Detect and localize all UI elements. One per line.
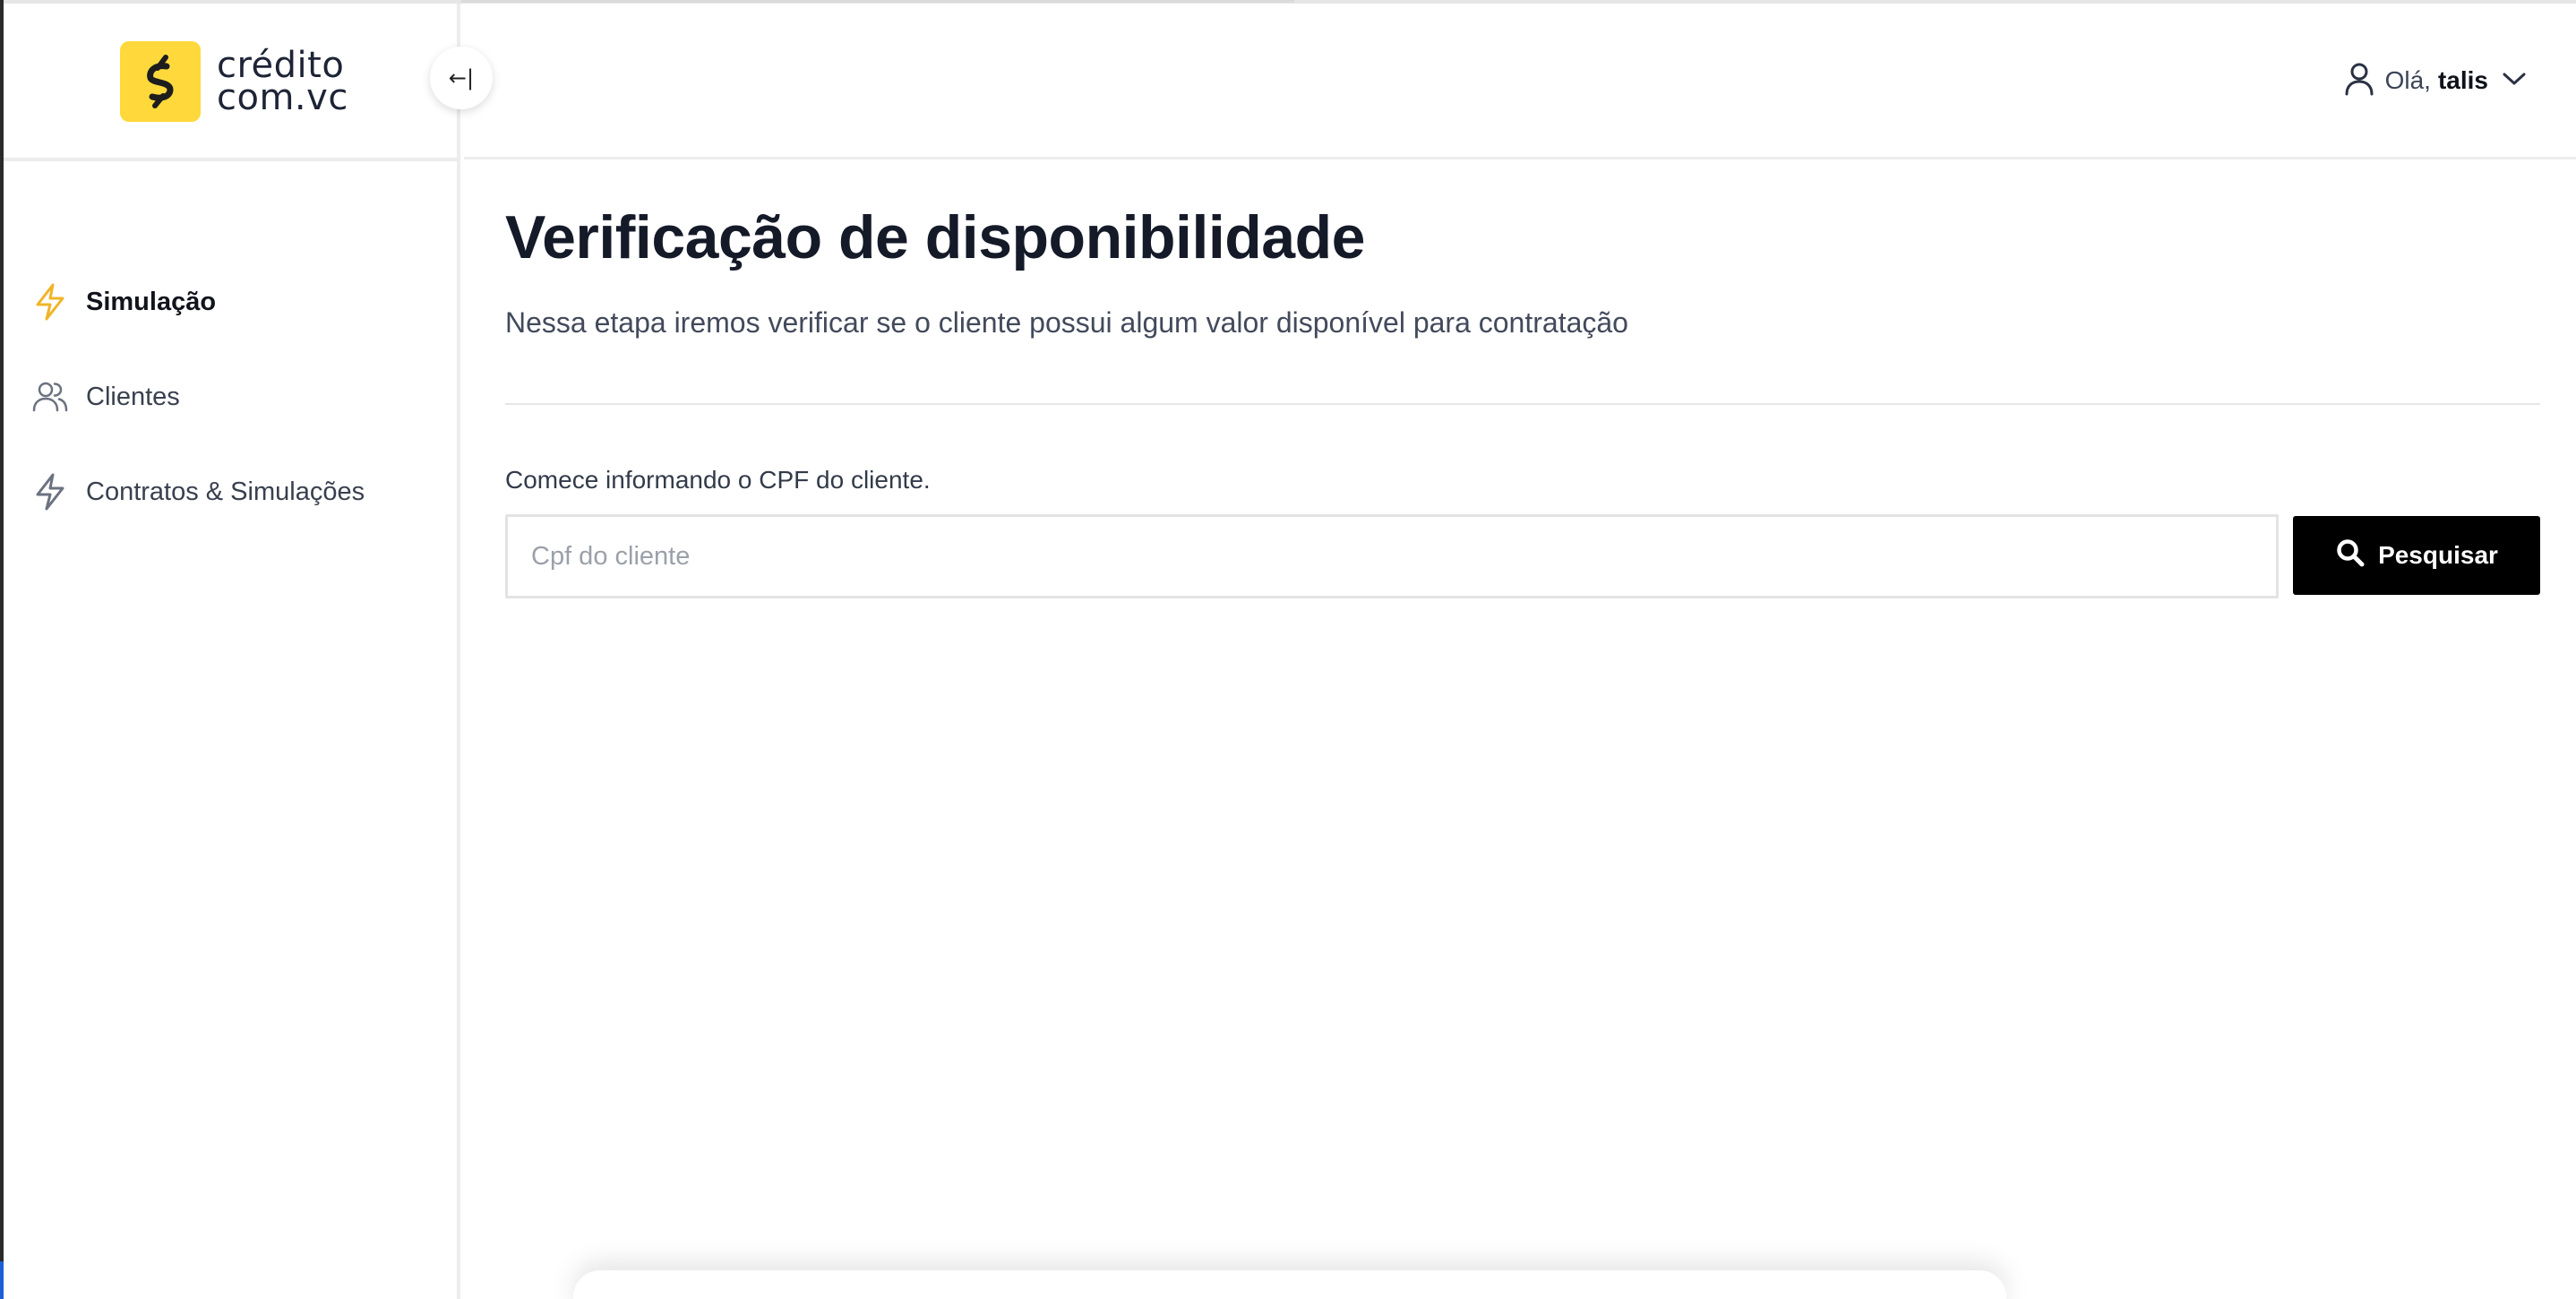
sidebar-item-label: Simulação bbox=[86, 287, 217, 316]
users-icon bbox=[30, 377, 70, 417]
lightning-icon bbox=[30, 282, 70, 322]
user-name: talis bbox=[2437, 66, 2488, 94]
page-title: Verificação de disponibilidade bbox=[505, 203, 1365, 271]
search-icon bbox=[2335, 538, 2366, 574]
collapse-left-icon: ←| bbox=[448, 65, 475, 90]
user-icon bbox=[2344, 62, 2374, 100]
dollar-s-icon bbox=[120, 41, 201, 122]
sidebar-item-clientes[interactable]: Clientes bbox=[4, 349, 460, 444]
page-subtitle: Nessa etapa iremos verificar se o client… bbox=[505, 306, 1628, 339]
cpf-input[interactable] bbox=[505, 514, 2279, 598]
sidebar-header: crédito com.vc bbox=[4, 4, 460, 161]
search-button[interactable]: Pesquisar bbox=[2293, 516, 2540, 595]
brand-logo[interactable]: crédito com.vc bbox=[120, 41, 348, 122]
collapse-sidebar-button[interactable]: ←| bbox=[430, 47, 493, 109]
bottom-panel-shadow bbox=[573, 1270, 2006, 1299]
brand-name: crédito com.vc bbox=[217, 47, 348, 118]
search-button-label: Pesquisar bbox=[2378, 541, 2498, 569]
brand-name-line2: com.vc bbox=[217, 77, 348, 118]
sidebar-item-label: Contratos & Simulações bbox=[86, 477, 365, 506]
app-window: crédito com.vc Simulação Clientes Contra… bbox=[0, 0, 2576, 1299]
chevron-down-icon bbox=[2503, 72, 2526, 90]
top-bar: Olá, talis bbox=[464, 4, 2576, 159]
sidebar-item-label: Clientes bbox=[86, 382, 180, 411]
user-greeting: Olá, bbox=[2384, 66, 2431, 94]
top-border-accent bbox=[461, 0, 1294, 3]
divider bbox=[505, 403, 2540, 405]
user-menu[interactable]: Olá, talis bbox=[2344, 61, 2526, 100]
sidebar-item-contratos-simulacoes[interactable]: Contratos & Simulações bbox=[4, 444, 460, 539]
sidebar: crédito com.vc Simulação Clientes Contra… bbox=[4, 4, 460, 1299]
sidebar-item-simulacao[interactable]: Simulação bbox=[4, 254, 460, 349]
lightning-icon bbox=[30, 472, 70, 512]
sidebar-nav: Simulação Clientes Contratos & Simulaçõe… bbox=[4, 254, 460, 539]
cpf-field-label: Comece informando o CPF do cliente. bbox=[505, 466, 931, 494]
